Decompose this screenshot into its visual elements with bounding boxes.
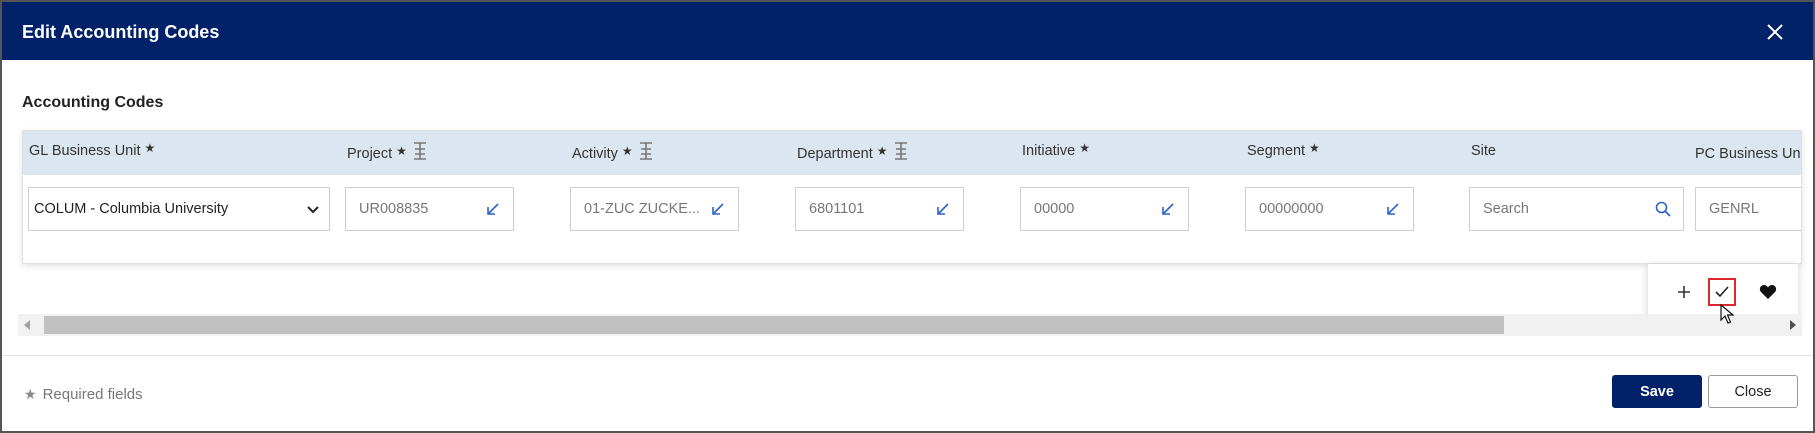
field-value: 00000: [1034, 201, 1075, 217]
field-value: 6801101: [809, 201, 865, 217]
dialog-title: Edit Accounting Codes: [22, 22, 220, 42]
gl-business-unit-select[interactable]: COLUM - Columbia University: [28, 187, 330, 231]
scroll-left-arrow-icon[interactable]: [24, 320, 30, 330]
required-star-icon: ★: [1309, 141, 1320, 155]
search-placeholder: Search: [1483, 201, 1529, 217]
segment-lookup-field[interactable]: 00000000: [1245, 187, 1414, 231]
field-value: UR008835: [359, 201, 429, 217]
checkmark-icon[interactable]: [1708, 278, 1736, 306]
required-star-icon: ★: [396, 144, 407, 158]
tree-hierarchy-icon[interactable]: [893, 142, 909, 164]
lookup-arrow-icon[interactable]: [1160, 201, 1176, 217]
horizontal-scrollbar[interactable]: [18, 314, 1802, 336]
column-label: PC Business Unit: [1695, 146, 1802, 162]
scroll-right-arrow-icon[interactable]: [1790, 320, 1796, 330]
column-label: Activity: [572, 146, 618, 162]
required-star-icon: ★: [621, 144, 633, 158]
column-header-pc-business-unit: PC Business Unit: [1695, 146, 1802, 162]
column-label: Segment: [1247, 143, 1306, 159]
tree-hierarchy-icon[interactable]: [638, 142, 654, 164]
column-header-department: Department ★: [797, 142, 909, 164]
column-header-activity: Activity ★: [572, 142, 654, 164]
department-lookup-field[interactable]: 6801101: [795, 187, 964, 231]
column-label: Site: [1471, 143, 1496, 159]
column-label: Department: [797, 146, 873, 162]
accounting-codes-grid: GL Business Unit ★ Project ★ Activity ★ …: [22, 130, 1802, 264]
plus-icon[interactable]: [1670, 278, 1698, 306]
column-header-initiative: Initiative ★: [1022, 141, 1090, 159]
required-fields-label: Required fields: [42, 386, 143, 403]
column-header-project: Project ★: [347, 142, 428, 164]
activity-lookup-field[interactable]: 01-ZUC ZUCKE...: [570, 187, 739, 231]
required-star-icon: ★: [1079, 141, 1090, 155]
column-label: GL Business Unit: [29, 143, 141, 159]
heart-icon[interactable]: [1754, 278, 1782, 306]
section-title: Accounting Codes: [22, 94, 164, 111]
column-label: Initiative: [1022, 143, 1076, 159]
footer-divider: [2, 355, 1813, 356]
close-icon[interactable]: [1763, 20, 1787, 44]
lookup-arrow-icon[interactable]: [485, 201, 501, 217]
lookup-arrow-icon[interactable]: [710, 201, 726, 217]
column-header-gl-business-unit: GL Business Unit ★: [29, 141, 156, 159]
mouse-cursor-icon: [1720, 303, 1735, 329]
column-label: Project: [347, 146, 393, 162]
lookup-arrow-icon[interactable]: [1385, 201, 1401, 217]
required-star-icon: ★: [24, 386, 37, 402]
required-star-icon: ★: [876, 144, 888, 158]
tree-hierarchy-icon[interactable]: [412, 142, 428, 164]
field-value: 00000000: [1259, 201, 1324, 217]
site-search-input[interactable]: Search: [1469, 187, 1684, 231]
initiative-lookup-field[interactable]: 00000: [1020, 187, 1189, 231]
close-button[interactable]: Close: [1708, 375, 1798, 408]
save-button[interactable]: Save: [1612, 375, 1702, 408]
select-value: COLUM - Columbia University: [34, 201, 229, 217]
grid-header-row: GL Business Unit ★ Project ★ Activity ★ …: [23, 131, 1801, 175]
edit-accounting-codes-dialog: Edit Accounting Codes Accounting Codes G…: [0, 0, 1815, 433]
field-value: 01-ZUC ZUCKE...: [584, 201, 701, 217]
lookup-arrow-icon[interactable]: [935, 201, 951, 217]
project-lookup-field[interactable]: UR008835: [345, 187, 514, 231]
scrollbar-thumb[interactable]: [44, 316, 1504, 334]
column-header-segment: Segment ★: [1247, 141, 1320, 159]
column-header-site: Site: [1471, 143, 1496, 159]
required-fields-note: ★ Required fields: [24, 386, 143, 403]
dialog-header: Edit Accounting Codes: [2, 2, 1813, 60]
pc-business-unit-field[interactable]: GENRL: [1695, 187, 1801, 231]
chevron-down-icon[interactable]: [305, 201, 321, 217]
required-star-icon: ★: [144, 141, 156, 155]
search-icon[interactable]: [1655, 201, 1671, 217]
field-value: GENRL: [1709, 201, 1759, 217]
